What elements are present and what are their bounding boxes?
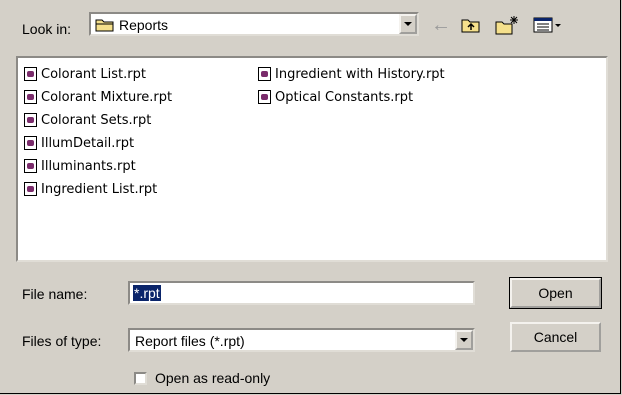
create-new-folder-button[interactable] (494, 14, 520, 36)
read-only-label: Open as read-only (155, 370, 271, 386)
file-name: IllumDetail.rpt (41, 135, 135, 151)
file-name-input[interactable]: *.rpt (128, 281, 475, 305)
file-name: Illuminants.rpt (41, 158, 136, 174)
file-name-value: *.rpt (133, 285, 161, 301)
look-in-label: Look in: (22, 21, 72, 37)
file-item[interactable]: Ingredient List.rpt (24, 179, 157, 199)
views-menu-button[interactable] (532, 14, 566, 36)
back-arrow-icon: ← (431, 13, 451, 36)
file-type-dropdown[interactable]: Report files (*.rpt) (128, 328, 475, 352)
file-item[interactable]: Optical Constants.rpt (258, 87, 413, 107)
report-file-icon (258, 67, 271, 81)
report-file-icon (24, 67, 37, 81)
look-in-dropdown[interactable]: Reports (89, 12, 419, 36)
read-only-checkbox[interactable] (134, 371, 147, 385)
folder-icon (95, 17, 115, 36)
cancel-button[interactable]: Cancel (510, 322, 601, 352)
report-file-icon (24, 113, 37, 127)
look-in-dropdown-button[interactable] (399, 14, 417, 34)
file-item[interactable]: Illuminants.rpt (24, 156, 136, 176)
back-button[interactable]: ← (430, 14, 452, 36)
file-item[interactable]: IllumDetail.rpt (24, 133, 134, 153)
look-in-value: Reports (119, 17, 169, 33)
chevron-down-icon (404, 22, 412, 26)
file-type-value: Report files (*.rpt) (135, 333, 245, 349)
report-file-icon (24, 136, 37, 150)
chevron-down-icon (460, 338, 468, 342)
file-list[interactable]: Colorant List.rpt Colorant Mixture.rpt C… (16, 56, 608, 262)
file-name: Ingredient List.rpt (41, 181, 158, 197)
new-folder-icon (495, 16, 518, 35)
file-name-label: File name: (22, 286, 88, 302)
file-type-label: Files of type: (22, 333, 102, 349)
report-file-icon (24, 90, 37, 104)
up-one-level-icon (461, 19, 480, 33)
read-only-option[interactable]: Open as read-only (134, 370, 270, 386)
report-file-icon (24, 182, 37, 196)
report-file-icon (258, 90, 271, 104)
open-button[interactable]: Open (509, 277, 602, 309)
file-item[interactable]: Colorant Mixture.rpt (24, 87, 172, 107)
file-name: Colorant List.rpt (41, 66, 146, 82)
up-one-level-button[interactable] (460, 14, 482, 36)
file-type-dropdown-button[interactable] (455, 330, 473, 350)
file-name: Optical Constants.rpt (275, 89, 414, 105)
open-dialog: Look in: Reports ← Colorant List.rpt Col… (0, 0, 621, 394)
file-item[interactable]: Colorant Sets.rpt (24, 110, 151, 130)
file-item[interactable]: Ingredient with History.rpt (258, 64, 445, 84)
file-name: Colorant Sets.rpt (41, 112, 152, 128)
file-name: Ingredient with History.rpt (275, 66, 445, 82)
file-name: Colorant Mixture.rpt (41, 89, 173, 105)
view-menu-icon (533, 17, 561, 33)
file-item[interactable]: Colorant List.rpt (24, 64, 146, 84)
report-file-icon (24, 159, 37, 173)
